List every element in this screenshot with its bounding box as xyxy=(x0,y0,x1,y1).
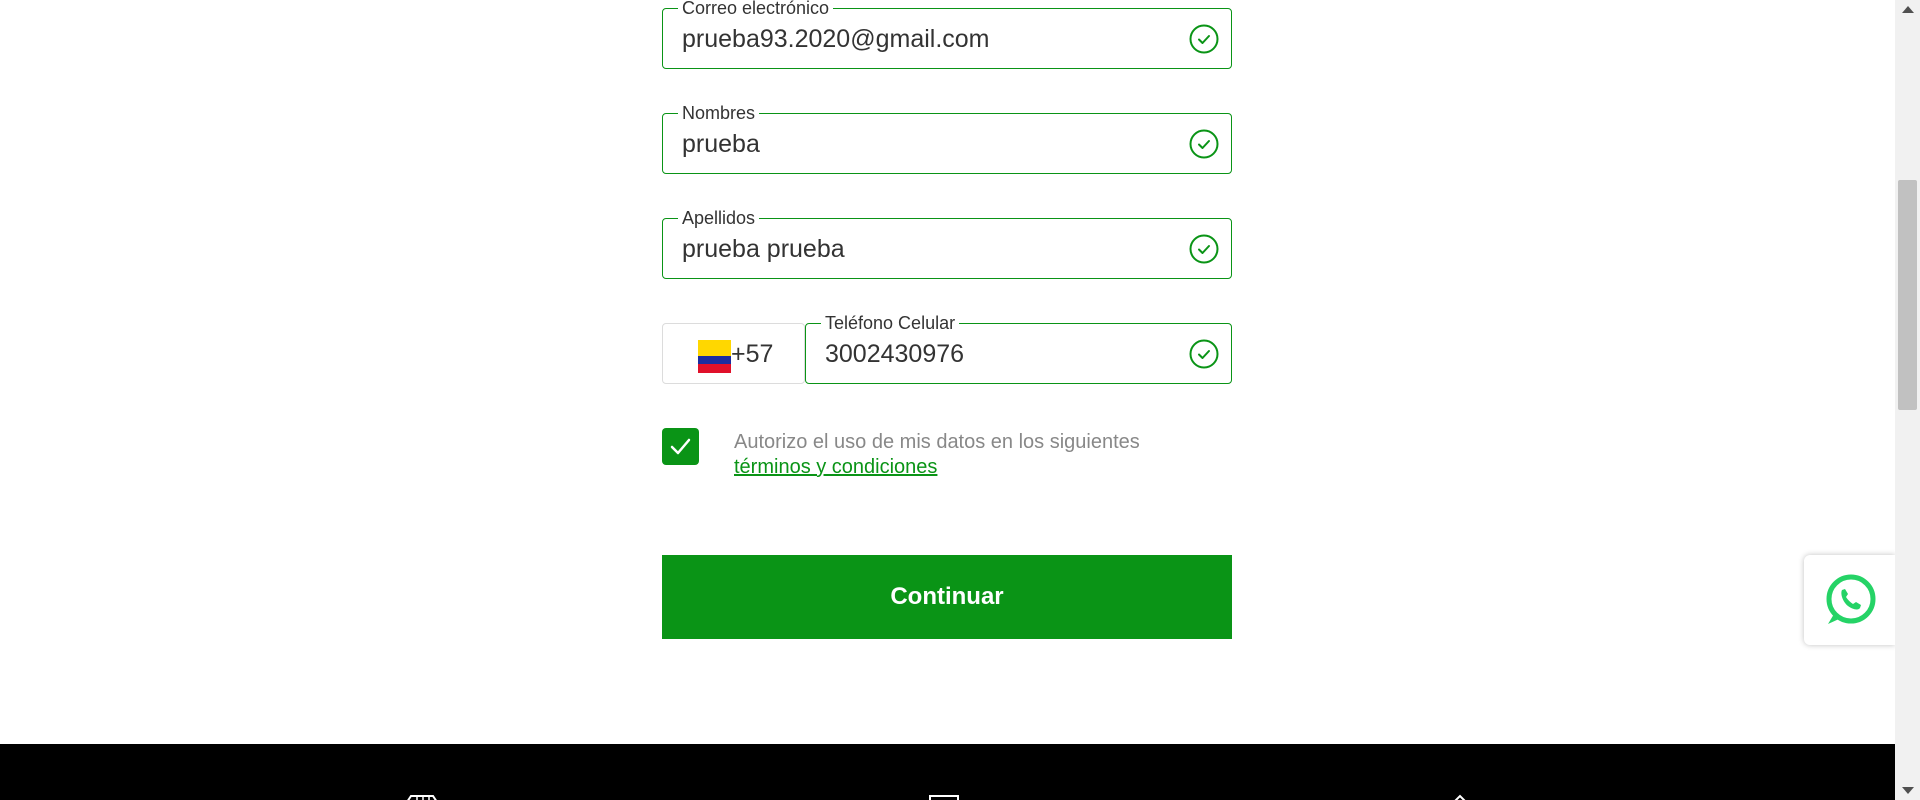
nombres-value[interactable]: prueba xyxy=(682,130,760,158)
check-circle-icon xyxy=(1189,234,1219,264)
check-circle-icon xyxy=(1189,129,1219,159)
email-value[interactable]: prueba93.2020@gmail.com xyxy=(682,25,990,53)
consent-text: Autorizo el uso de mis datos en los sigu… xyxy=(734,431,1140,453)
continue-button[interactable]: Continuar xyxy=(662,555,1232,639)
email-field[interactable]: Correo electrónico prueba93.2020@gmail.c… xyxy=(662,0,1232,69)
checkmark-icon xyxy=(670,438,691,455)
scroll-up-icon[interactable] xyxy=(1902,6,1914,13)
nombres-label: Nombres xyxy=(678,103,760,123)
footer xyxy=(0,744,1895,800)
apellidos-field[interactable]: Apellidos prueba prueba xyxy=(662,208,1232,279)
apellidos-value[interactable]: prueba prueba xyxy=(682,235,845,263)
footer-icon xyxy=(1454,794,1466,800)
check-circle-icon xyxy=(1189,24,1219,54)
nombres-field[interactable]: Nombres prueba xyxy=(662,103,1232,174)
email-label: Correo electrónico xyxy=(678,0,834,18)
page: Correo electrónico prueba93.2020@gmail.c… xyxy=(0,0,1895,800)
whatsapp-button[interactable] xyxy=(1804,555,1895,645)
scroll-down-icon[interactable] xyxy=(1902,787,1914,794)
phone-value[interactable]: 3002430976 xyxy=(825,340,964,368)
apellidos-label: Apellidos xyxy=(678,208,760,228)
country-code-selector[interactable]: +57 xyxy=(662,323,805,384)
scrollbar-thumb[interactable] xyxy=(1898,180,1917,410)
consent-checkbox[interactable] xyxy=(662,428,699,465)
country-code: +57 xyxy=(731,340,774,368)
whatsapp-icon xyxy=(1826,574,1876,624)
check-circle-icon xyxy=(1189,339,1219,369)
footer-icon xyxy=(407,795,437,800)
phone-field[interactable]: Teléfono Celular 3002430976 xyxy=(805,313,1232,384)
colombia-flag-icon xyxy=(698,340,731,373)
phone-label: Teléfono Celular xyxy=(821,313,960,333)
terms-link[interactable]: términos y condiciones xyxy=(734,455,937,480)
footer-icon xyxy=(929,795,959,800)
scrollbar[interactable] xyxy=(1895,0,1920,800)
